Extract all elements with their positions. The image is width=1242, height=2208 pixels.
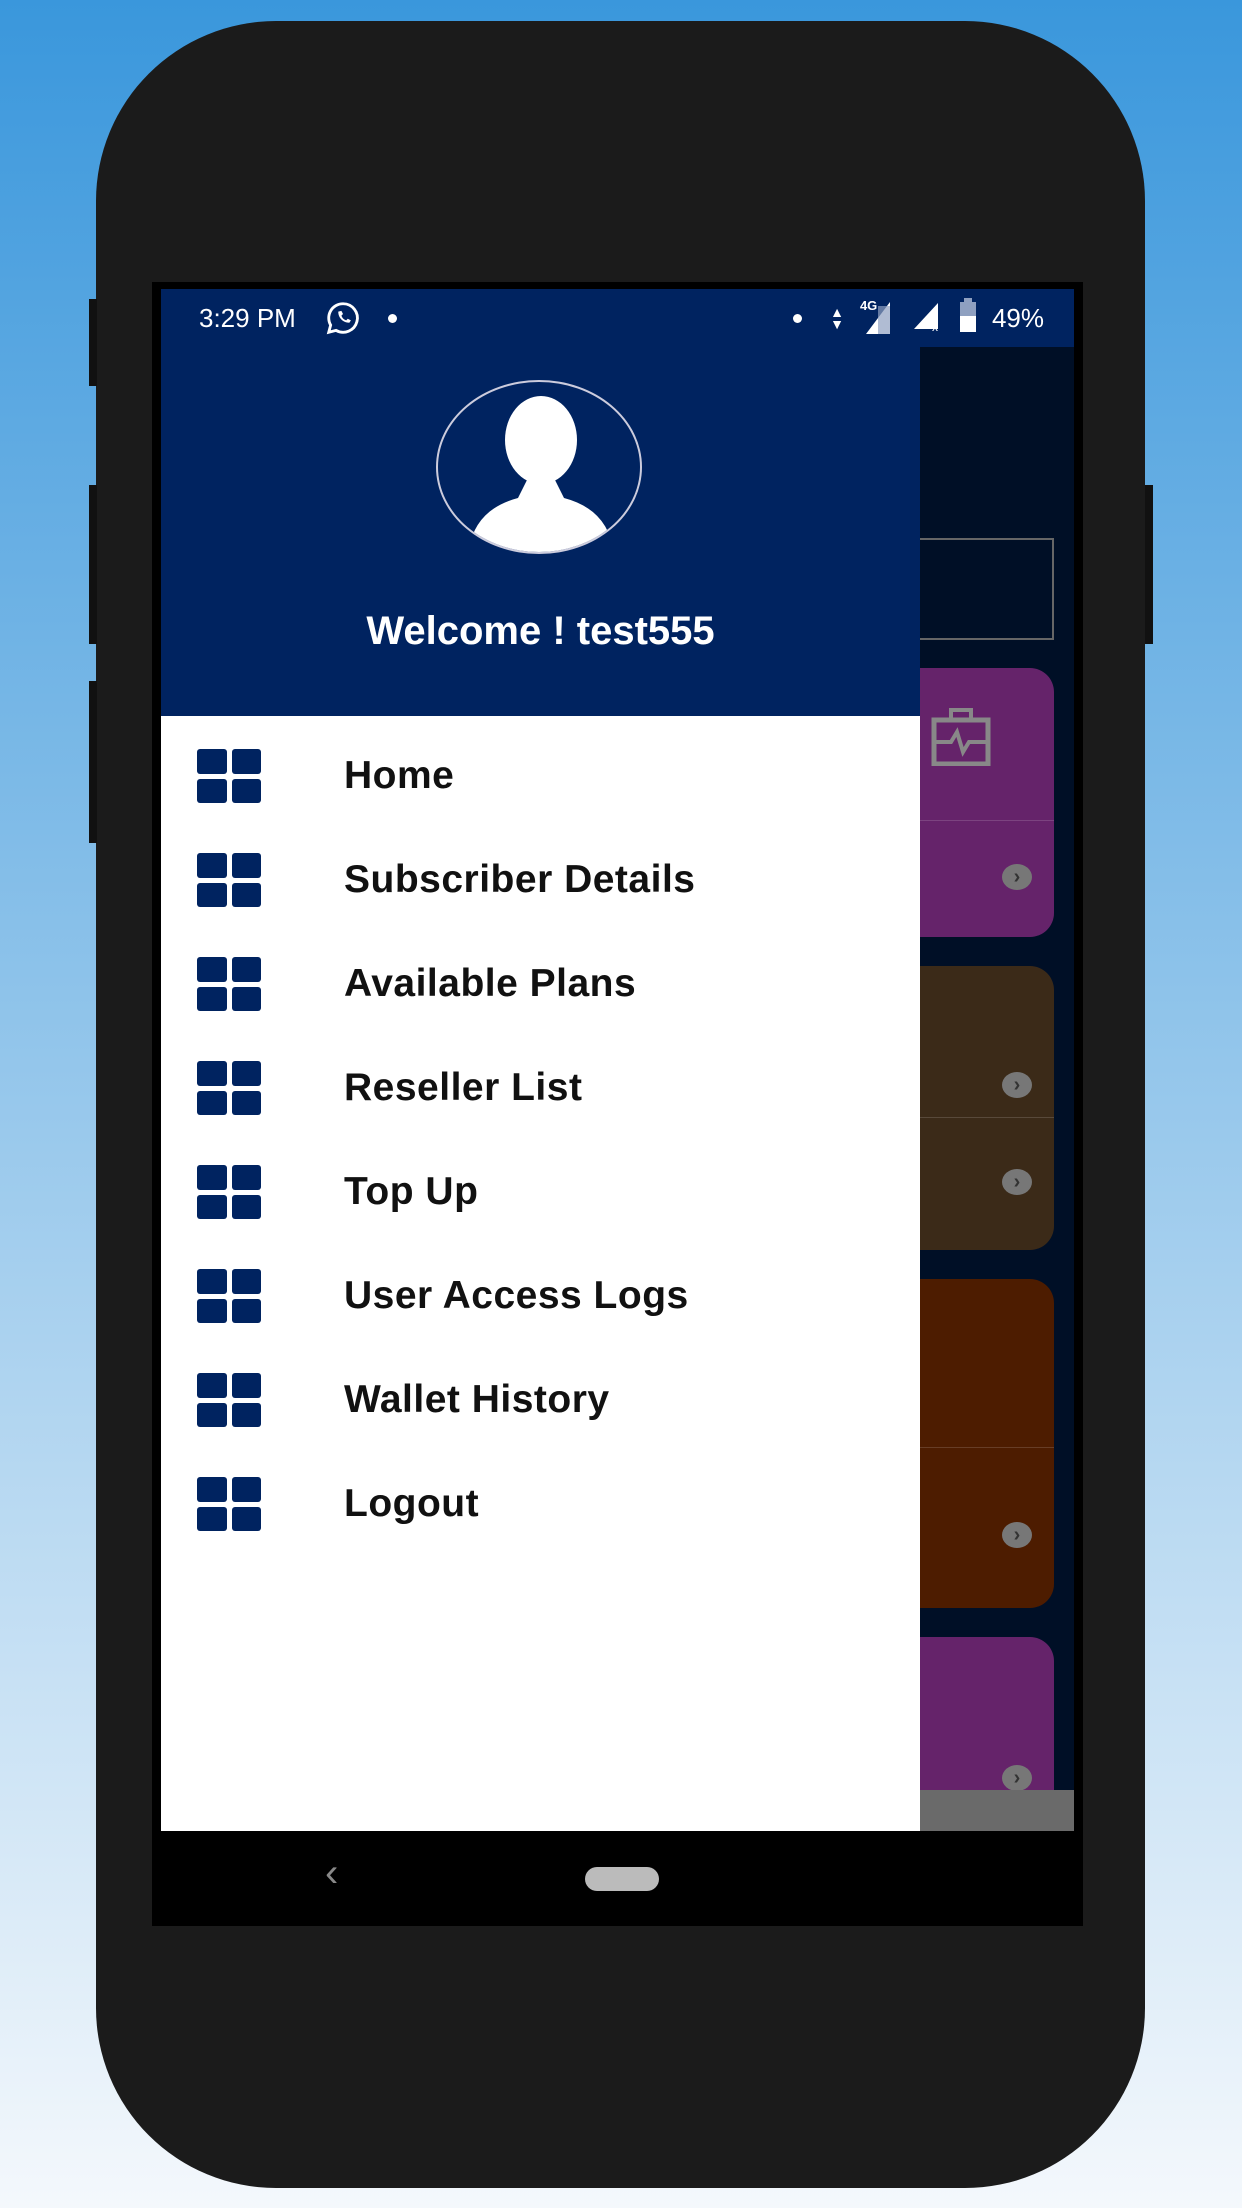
home-button[interactable] xyxy=(585,1867,659,1891)
back-button[interactable]: ‹ xyxy=(325,1851,338,1896)
menu-item-subscriber-details[interactable]: Subscriber Details xyxy=(161,835,920,925)
grid-icon xyxy=(197,957,261,1011)
menu-item-label: Home xyxy=(344,754,455,797)
chevron-right-icon[interactable]: › xyxy=(1002,1072,1032,1098)
grid-icon xyxy=(197,853,261,907)
side-button xyxy=(89,299,97,386)
grid-icon xyxy=(197,1373,261,1427)
svg-text:x: x xyxy=(932,320,938,331)
grid-icon xyxy=(197,749,261,803)
welcome-text: Welcome ! test555 xyxy=(366,609,715,653)
menu-item-label: Reseller List xyxy=(344,1066,583,1109)
data-arrows-icon: ▲ ▼ xyxy=(830,304,844,332)
menu-item-logout[interactable]: Logout xyxy=(161,1459,920,1549)
menu-item-user-access-logs[interactable]: User Access Logs xyxy=(161,1251,920,1341)
menu-item-label: Subscriber Details xyxy=(344,858,696,901)
screen: 3:29 PM ▲▼ 4G x 49% › 6 › 2 › › › Welcom… xyxy=(152,282,1083,1926)
signal-4g-icon: 4G xyxy=(858,298,898,334)
grid-icon xyxy=(197,1165,261,1219)
grid-icon xyxy=(197,1061,261,1115)
side-button xyxy=(89,485,97,644)
whatsapp-icon xyxy=(326,302,359,335)
power-button xyxy=(1145,485,1153,644)
menu-item-label: Top Up xyxy=(344,1170,479,1213)
status-time: 3:29 PM xyxy=(199,302,296,333)
battery-percent: 49% xyxy=(991,302,1044,333)
avatar xyxy=(436,380,642,554)
menu-item-label: Wallet History xyxy=(344,1378,610,1421)
grid-icon xyxy=(197,1269,261,1323)
chevron-right-icon[interactable]: › xyxy=(1002,1522,1032,1548)
status-bar: 3:29 PM ▲ ▼ 4G x 49% xyxy=(161,289,1074,347)
notification-dot xyxy=(793,313,803,323)
menu-item-wallet-history[interactable]: Wallet History xyxy=(161,1355,920,1445)
navigation-drawer: Welcome ! test555 Home Subscriber Details… xyxy=(161,347,920,1831)
grid-icon xyxy=(197,1477,261,1531)
menu-item-label: User Access Logs xyxy=(344,1274,689,1317)
drawer-header: Welcome ! test555 xyxy=(161,347,920,716)
medical-kit-icon xyxy=(931,708,991,766)
android-nav-bar: ‹ xyxy=(152,1831,1083,1926)
menu-item-reseller-list[interactable]: Reseller List xyxy=(161,1043,920,1133)
battery-charging-icon xyxy=(958,297,978,339)
chevron-right-icon[interactable]: › xyxy=(1002,864,1032,890)
chevron-right-icon[interactable]: › xyxy=(1002,1169,1032,1195)
menu-item-top-up[interactable]: Top Up xyxy=(161,1147,920,1237)
notification-dot xyxy=(387,313,397,323)
signal-no-sim-icon: x xyxy=(912,299,944,338)
menu-item-home[interactable]: Home xyxy=(161,731,920,821)
menu-item-available-plans[interactable]: Available Plans xyxy=(161,939,920,1029)
menu-item-label: Logout xyxy=(344,1482,480,1525)
menu-item-label: Available Plans xyxy=(344,962,637,1005)
chevron-right-icon[interactable]: › xyxy=(1002,1765,1032,1791)
side-button xyxy=(89,681,97,843)
